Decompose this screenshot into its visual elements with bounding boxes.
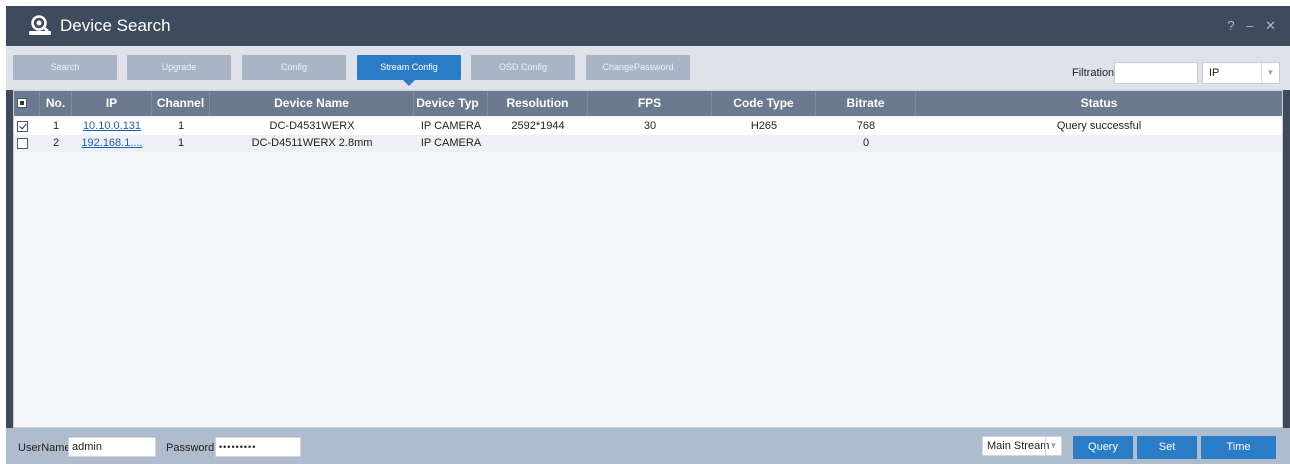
row-checkbox[interactable] [17, 121, 28, 132]
search-button[interactable]: Search [13, 55, 117, 80]
cell-no: 1 [52, 120, 60, 132]
filter-type-value: IP [1209, 67, 1220, 79]
cell-no: 2 [52, 137, 60, 149]
col-fps[interactable]: FPS [588, 91, 712, 116]
config-button[interactable]: Config [242, 55, 346, 80]
table-row[interactable]: 2 192.168.1.... 1 DC-D4511WERX 2.8mm IP … [14, 135, 1282, 152]
stream-type-select[interactable]: Main Stream ▼ [982, 436, 1062, 456]
help-icon[interactable]: ? [1227, 18, 1238, 33]
stream-type-value: Main Stream [987, 440, 1050, 452]
toolbar: Search Upgrade Config Stream Config OSD … [6, 46, 1290, 90]
filtration-label: Filtration [1072, 67, 1115, 79]
window-controls: ? – ✕ [1227, 18, 1280, 34]
device-search-logo-icon [29, 15, 51, 35]
cell-code-type [712, 135, 816, 152]
cell-device-name: DC-D4531WERX [269, 120, 355, 132]
cell-channel: 1 [177, 120, 185, 132]
cell-channel: 1 [177, 137, 185, 149]
set-button[interactable]: Set [1137, 436, 1197, 459]
change-password-button[interactable]: ChangePassword [586, 55, 690, 80]
password-input[interactable]: ••••••••• [215, 437, 301, 457]
cell-device-type: IP CAMERA [420, 137, 482, 149]
cell-bitrate: 768 [856, 120, 876, 132]
col-ip[interactable]: IP [72, 91, 152, 116]
col-channel[interactable]: Channel [152, 91, 210, 116]
query-button[interactable]: Query [1073, 436, 1133, 459]
col-bitrate[interactable]: Bitrate [816, 91, 916, 116]
upgrade-button[interactable]: Upgrade [127, 55, 231, 80]
filter-type-select[interactable]: IP ▼ [1202, 62, 1280, 84]
time-correction-button[interactable]: Time Correction [1201, 436, 1276, 459]
cell-ip-link[interactable]: 10.10.0.131 [72, 118, 152, 135]
table-header: ︿ No. IP Channel Device Name Device Typ … [14, 91, 1282, 116]
table-row[interactable]: 1 10.10.0.131 1 DC-D4531WERX IP CAMERA 2… [14, 118, 1282, 135]
row-checkbox[interactable] [17, 138, 28, 149]
device-table: ︿ No. IP Channel Device Name Device Typ … [13, 90, 1283, 428]
cell-resolution: 2592*1944 [511, 120, 565, 132]
sort-caret-icon: ︿ [52, 101, 59, 108]
filtration-input[interactable] [1114, 62, 1198, 84]
password-label: Password [166, 442, 215, 454]
cell-ip-link[interactable]: 192.168.1.... [72, 135, 152, 152]
cell-status [916, 135, 1282, 152]
col-no[interactable]: ︿ No. [40, 91, 72, 116]
select-all-checkbox[interactable] [17, 98, 27, 108]
footer-bar: UserName admin Password ••••••••• Main S… [6, 428, 1290, 464]
col-resolution[interactable]: Resolution [488, 91, 588, 116]
stream-config-button[interactable]: Stream Config [357, 55, 461, 86]
chevron-down-icon: ▼ [1261, 63, 1279, 83]
cell-fps: 30 [643, 120, 657, 132]
username-label: UserName [18, 442, 71, 454]
window-title: Device Search [60, 16, 171, 35]
close-icon[interactable]: ✕ [1265, 18, 1280, 33]
device-search-window: Device Search ? – ✕ Search Upgrade Confi… [6, 6, 1290, 464]
col-status[interactable]: Status [916, 91, 1282, 116]
cell-resolution [488, 135, 588, 152]
cell-device-name: DC-D4511WERX 2.8mm [251, 137, 373, 149]
cell-bitrate: 0 [862, 137, 870, 149]
col-device-type[interactable]: Device Typ [414, 91, 488, 116]
col-device-name[interactable]: Device Name [210, 91, 414, 116]
title-bar: Device Search ? – ✕ [6, 6, 1290, 46]
select-all-header[interactable] [14, 91, 40, 116]
col-code-type[interactable]: Code Type [712, 91, 816, 116]
username-input[interactable]: admin [68, 437, 156, 457]
cell-code-type: H265 [750, 120, 778, 132]
cell-device-type: IP CAMERA [420, 120, 482, 132]
cell-status: Query successful [1056, 120, 1142, 132]
chevron-down-icon: ▼ [1045, 437, 1061, 455]
minimize-icon[interactable]: – [1246, 18, 1257, 33]
cell-fps [588, 135, 712, 152]
osd-config-button[interactable]: OSD Config [471, 55, 575, 80]
